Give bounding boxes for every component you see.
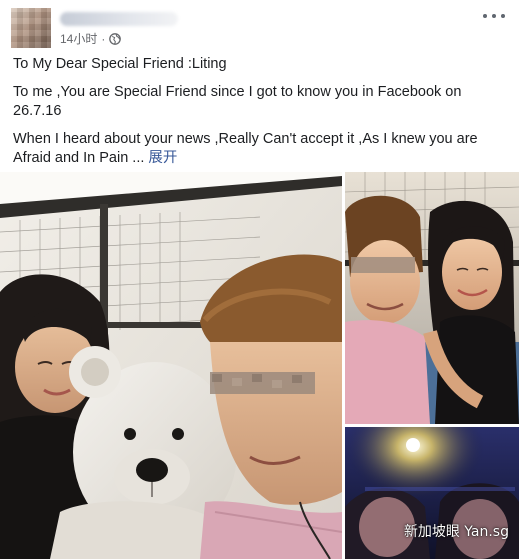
post-line-2: To me ,You are Special Friend since I go… — [13, 83, 462, 120]
photo-top-right[interactable] — [345, 172, 519, 424]
separator: · — [101, 31, 106, 46]
watermark: 新加坡眼 Yan.sg — [403, 524, 509, 540]
photo-top-right-image — [345, 172, 519, 424]
avatar[interactable] — [11, 8, 51, 48]
photo-bottom-right[interactable]: 新加坡眼 Yan.sg — [345, 427, 519, 559]
more-options-icon[interactable] — [483, 10, 505, 22]
post-line-1: To My Dear Special Friend :Liting — [13, 56, 227, 72]
globe-icon[interactable] — [109, 32, 122, 45]
face-censor-bar-2 — [351, 257, 415, 273]
post-text: To My Dear Special Friend :Liting To me … — [13, 55, 508, 177]
post-line-3: When I heard about your news ,Really Can… — [13, 130, 508, 169]
post-line-3-text: When I heard about your news ,Really Can… — [13, 130, 478, 167]
post-meta: 14小时 · — [60, 30, 122, 47]
see-more-link[interactable]: 展开 — [148, 150, 177, 166]
photo-main[interactable] — [0, 172, 342, 559]
photo-main-image — [0, 172, 342, 559]
facebook-post: 14小时 · To My Dear Special Friend :Liting… — [0, 0, 519, 559]
author-name-blurred[interactable] — [60, 12, 178, 26]
post-timestamp[interactable]: 14小时 — [60, 30, 97, 47]
